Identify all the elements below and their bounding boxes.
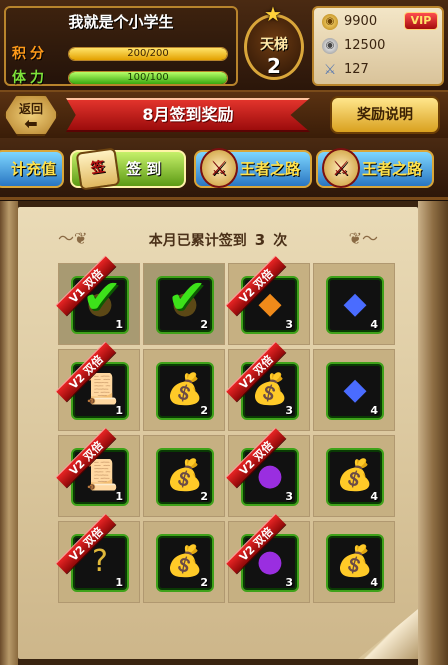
reward-cell[interactable]: 💰 4 (313, 521, 395, 603)
reward-cell[interactable]: ◆ 4 (313, 263, 395, 345)
reward-day-number: 4 (370, 576, 378, 589)
reward-rules-button[interactable]: 奖励说明 (330, 96, 440, 134)
reward-item-frame: ◆ 4 (326, 362, 384, 420)
crossed-swords-icon: ⚔ (200, 148, 238, 188)
score-value: 200/200 (127, 48, 169, 59)
reward-day-number: 2 (200, 404, 208, 417)
gold-coin-icon: ◉ (322, 14, 338, 30)
reward-day-number: 3 (285, 576, 293, 589)
tab-kings-road-2[interactable]: ⚔ 王者之路 (316, 148, 434, 188)
reward-day-number: 4 (370, 404, 378, 417)
flourish-left-icon: 〜❦ (58, 229, 88, 248)
tab-recharge[interactable]: 计充值 (0, 150, 64, 188)
arrow-left-icon: ⬅ (24, 114, 38, 133)
reward-cell[interactable]: ● 2 ✔ (143, 263, 225, 345)
reward-cell[interactable]: ◆ 4 (313, 349, 395, 431)
title-banner: 返回 ⬅ 8月签到奖励 奖励说明 (0, 92, 448, 138)
score-label: 积分 (12, 46, 48, 62)
reward-item-frame: 💰 2 (156, 448, 214, 506)
counter-count: 3 (254, 231, 266, 249)
reward-day-number: 1 (115, 490, 123, 503)
vip-badge[interactable]: VIP (404, 12, 438, 30)
book-page: 〜❦ 本月已累计签到 3 次 ❦〜 ● 1 ✔ V1 双倍 ● 2 ✔ ◆ 3 V2 双倍 ◆ 4 📜 1 V2… (18, 207, 418, 659)
tab-bar: 计充值 签 签 到 ⚔ 王者之路 ⚔ 王者之路 (0, 138, 448, 200)
reward-cell[interactable]: ● 3 V2 双倍 (225, 513, 310, 603)
flourish-right-icon: ❦〜 (348, 229, 378, 248)
ladder-title: 天梯 (260, 37, 288, 53)
stamina-row: 体力 100/100 (12, 68, 234, 88)
reward-cell[interactable]: 📜 1 V2 双倍 (55, 341, 140, 431)
player-panel: 我就是个小学生 积分 200/200 体力 100/100 (4, 6, 238, 86)
calendar-icon: 签 (75, 147, 121, 191)
title-ribbon: 8月签到奖励 (66, 98, 310, 132)
tab-kings-road-1[interactable]: ⚔ 王者之路 (194, 148, 312, 188)
reward-day-number: 2 (200, 490, 208, 503)
reward-day-number: 3 (285, 318, 293, 331)
energy-row: ⚔ 127 (322, 60, 442, 80)
stamina-value: 100/100 (127, 72, 169, 83)
reward-cell[interactable]: 💰 2 (143, 435, 225, 517)
reward-day-number: 2 (200, 576, 208, 589)
page-curl (358, 609, 418, 659)
book-spine (0, 201, 18, 665)
tab-signin[interactable]: 签 签 到 (70, 147, 186, 191)
reward-cell[interactable]: 💰 2 (143, 521, 225, 603)
page-title: 8月签到奖励 (142, 105, 234, 124)
score-bar: 200/200 (68, 47, 228, 61)
counter-prefix: 本月已累计签到 (148, 233, 247, 249)
reward-cell[interactable]: 📜 1 V2 双倍 (55, 427, 140, 517)
player-name: 我就是个小学生 (68, 13, 174, 31)
top-header: 我就是个小学生 积分 200/200 体力 100/100 ★ 天梯 2 ◉ 9… (0, 0, 448, 92)
reward-day-number: 4 (370, 490, 378, 503)
reward-cell[interactable]: ● 1 ✔ V1 双倍 (55, 255, 140, 345)
counter-suffix: 次 (273, 233, 288, 249)
book-page-edge (418, 201, 448, 665)
silver-value: 12500 (344, 38, 386, 53)
signin-counter: 〜❦ 本月已累计签到 3 次 ❦〜 (58, 225, 378, 255)
reward-cell[interactable]: ? 1 V2 双倍 (55, 513, 140, 603)
stamina-bar: 100/100 (68, 71, 228, 85)
ladder-badge[interactable]: ★ 天梯 2 (240, 2, 308, 88)
crossed-swords-icon: ⚔ (322, 148, 360, 188)
reward-day-number: 1 (115, 404, 123, 417)
star-icon: ★ (264, 2, 282, 26)
currency-panel: ◉ 9900 VIP ◉ 12500 ⚔ 127 (312, 6, 444, 86)
reward-item-frame: 💰 4 (326, 448, 384, 506)
reward-item-frame: 💰 4 (326, 534, 384, 592)
tab-signin-label: 签 到 (126, 160, 162, 178)
checkmark-icon: ✔ (166, 269, 208, 325)
reward-day-number: 1 (115, 576, 123, 589)
tab-kings-road-2-label: 王者之路 (362, 160, 423, 178)
reward-day-number: 4 (370, 318, 378, 331)
reward-cell[interactable]: ● 3 V2 双倍 (225, 427, 310, 517)
signin-counter-text: 本月已累计签到 3 次 (130, 229, 306, 252)
energy-value: 127 (344, 62, 369, 77)
reward-grid: ● 1 ✔ V1 双倍 ● 2 ✔ ◆ 3 V2 双倍 ◆ 4 📜 1 V2 双倍 💰 2 💰 3 V2 双倍 ◆ 4 📜 1… (55, 255, 398, 607)
silver-row: ◉ 12500 (322, 36, 442, 56)
ladder-level: 2 (267, 54, 281, 78)
reward-item-frame: 💰 2 (156, 534, 214, 592)
reward-cell[interactable]: ◆ 3 V2 双倍 (225, 255, 310, 345)
reward-cell[interactable]: 💰 2 (143, 349, 225, 431)
reward-day-number: 3 (285, 404, 293, 417)
gold-value: 9900 (344, 14, 378, 29)
reward-cell[interactable]: 💰 4 (313, 435, 395, 517)
back-button[interactable]: 返回 ⬅ (4, 94, 58, 136)
reward-item-frame: ◆ 4 (326, 276, 384, 334)
stamina-label: 体力 (12, 70, 48, 86)
score-row: 积分 200/200 (12, 44, 234, 64)
reward-cell[interactable]: 💰 3 V2 双倍 (225, 341, 310, 431)
reward-item-frame: 💰 2 (156, 362, 214, 420)
silver-coin-icon: ◉ (322, 38, 338, 54)
reward-day-number: 3 (285, 490, 293, 503)
book: 〜❦ 本月已累计签到 3 次 ❦〜 ● 1 ✔ V1 双倍 ● 2 ✔ ◆ 3 V2 双倍 ◆ 4 📜 1 V2… (0, 201, 448, 665)
sword-icon: ⚔ (323, 62, 337, 78)
tab-kings-road-1-label: 王者之路 (240, 160, 301, 178)
